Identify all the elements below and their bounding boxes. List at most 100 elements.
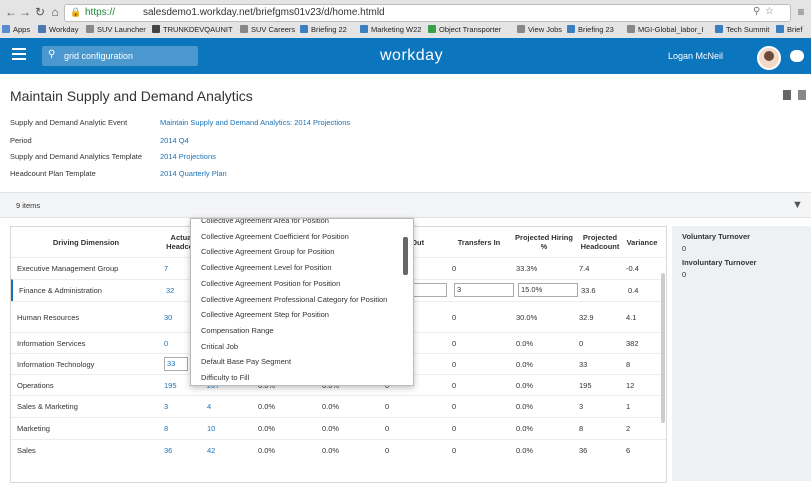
address-bar[interactable]: 🔒 https:// salesdemo1.workday.net/briefg…	[64, 4, 791, 22]
field-value-link[interactable]: 2014 Projections	[160, 152, 216, 161]
lock-icon: 🔒	[70, 7, 82, 17]
table-row[interactable]: Marketing 8 10 0.0% 0.0% 0 0 0.0% 8 2	[11, 417, 666, 440]
actual-headcount-input[interactable]: 33	[164, 357, 188, 371]
transfers-in-input[interactable]: 3	[454, 283, 514, 297]
cell-transfers-in: 0	[452, 339, 457, 348]
bookmark-apps[interactable]: Apps	[2, 24, 30, 36]
field-value-link[interactable]: Maintain Supply and Demand Analytics: 20…	[160, 118, 350, 127]
cell-actual-headcount[interactable]: 8	[164, 418, 168, 440]
bookmark-tech-summit[interactable]: Tech Summit	[715, 24, 769, 36]
cell-transfers-in: 0	[452, 446, 457, 455]
search-input[interactable]: ⚲ grid configuration	[42, 46, 198, 66]
avatar[interactable]	[757, 46, 781, 70]
play-icon	[428, 25, 436, 33]
dropdown-option[interactable]: Default Base Pay Segment	[201, 357, 291, 366]
cell-projected-hiring: 0.0%	[516, 402, 534, 411]
bookmark-icon	[240, 25, 248, 33]
bookmark-view-jobs[interactable]: View Jobs	[517, 24, 562, 36]
cell-variance: 0.4	[628, 286, 639, 295]
cell-value[interactable]: 4	[207, 396, 211, 418]
dropdown-option[interactable]: Difficulty to Fill	[201, 373, 249, 382]
dropdown-option[interactable]: Collective Agreement Area for Position	[201, 219, 329, 225]
dropdown-option[interactable]: Critical Job	[201, 342, 238, 351]
field-label: Supply and Demand Analytic Event	[10, 118, 128, 127]
field-value-link[interactable]: 2014 Quarterly Plan	[160, 169, 227, 178]
cell-driving-dimension: Sales & Marketing	[17, 402, 78, 411]
user-name[interactable]: Logan McNeil	[668, 51, 723, 61]
dropdown-option[interactable]: Compensation Range	[201, 326, 274, 335]
grid-scrollbar[interactable]	[661, 273, 665, 423]
cell-value: 0.0%	[322, 446, 340, 455]
print-icon[interactable]	[798, 90, 806, 100]
dropdown-option[interactable]: Collective Agreement Level for Position	[201, 263, 332, 272]
dropdown-option[interactable]: Collective Agreement Position for Positi…	[201, 279, 340, 288]
cell-value[interactable]: 10	[207, 418, 215, 440]
bookmark-mgi[interactable]: MGI-Global_labor_I	[627, 24, 703, 36]
dropdown-scrollbar[interactable]	[403, 237, 408, 275]
column-chooser-dropdown: Collective Agreement Area for Position Co…	[190, 218, 414, 386]
table-row[interactable]: Sales 36 42 0.0% 0.0% 0 0 0.0% 36 6	[11, 439, 666, 462]
col-header-transfers-in[interactable]: Transfers In	[447, 227, 511, 257]
cell-projected-hiring: 0.0%	[516, 339, 534, 348]
bookmark-object-transporter[interactable]: Object Transporter	[428, 24, 501, 36]
cell-projected-hiring: 0.0%	[516, 424, 534, 433]
grid-toolbar: 9 items ▼	[0, 192, 811, 218]
menu-icon[interactable]: ≡	[794, 5, 808, 19]
cell-projected-hiring: 33.3%	[516, 264, 538, 273]
cell-projected-headcount: 32.9	[579, 313, 594, 322]
reload-icon[interactable]: ↻	[33, 5, 47, 19]
cell-projected-hiring: 30.0%	[516, 313, 538, 322]
voluntary-turnover-label: Voluntary Turnover	[682, 232, 751, 241]
col-header-projected-hiring[interactable]: Projected Hiring %	[511, 227, 577, 257]
dropdown-option[interactable]: Collective Agreement Professional Catego…	[201, 295, 387, 304]
bookmark-suv-careers[interactable]: SUV Careers	[240, 24, 295, 36]
bookmark-suv-launcher[interactable]: SUV Launcher	[86, 24, 146, 36]
cell-projected-headcount: 8	[579, 424, 584, 433]
cloud-icon[interactable]	[790, 50, 804, 62]
cell-variance: -0.4	[626, 264, 639, 273]
cell-value[interactable]: 42	[207, 440, 215, 462]
bookmark-marketing[interactable]: Marketing W22	[360, 24, 421, 36]
bookmark-workday[interactable]: Workday	[38, 24, 78, 36]
cell-actual-headcount[interactable]: 0	[164, 333, 168, 354]
browser-toolbar: ← → ↻ ⌂ 🔒 https:// salesdemo1.workday.ne…	[0, 0, 811, 39]
projected-hiring-input[interactable]: 15.0%	[518, 283, 578, 297]
cell-actual-headcount[interactable]: 32	[166, 280, 174, 302]
bookmark-briefing-22[interactable]: Briefing 22	[300, 24, 347, 36]
cell-actual-headcount[interactable]: 30	[164, 302, 172, 333]
page-content: Maintain Supply and Demand Analytics Sup…	[0, 74, 811, 485]
bookmark-briefing-23[interactable]: Briefing 23	[567, 24, 614, 36]
export-excel-icon[interactable]	[783, 90, 791, 100]
field-value-link[interactable]: 2014 Q4	[160, 136, 189, 145]
col-header-driving-dimension[interactable]: Driving Dimension	[11, 227, 161, 257]
workday-logo[interactable]: workday	[380, 47, 443, 65]
field-label: Headcount Plan Template	[10, 169, 96, 178]
back-icon[interactable]: ←	[4, 5, 18, 19]
cell-actual-headcount[interactable]: 195	[164, 375, 177, 396]
dropdown-option[interactable]: Collective Agreement Group for Position	[201, 247, 334, 256]
filter-icon[interactable]: ▼	[792, 199, 803, 211]
cell-projected-hiring: 0.0%	[516, 381, 534, 390]
forward-icon[interactable]: →	[18, 5, 32, 19]
cell-driving-dimension: Executive Management Group	[17, 264, 119, 273]
col-header-variance[interactable]: Variance	[623, 227, 661, 257]
cell-actual-headcount[interactable]: 36	[164, 440, 172, 462]
table-row[interactable]: Sales & Marketing 3 4 0.0% 0.0% 0 0 0.0% 3 1	[11, 395, 666, 418]
col-header-projected-headcount[interactable]: Projected Headcount	[577, 227, 623, 257]
involuntary-turnover-label: Involuntary Turnover	[682, 258, 757, 267]
dropdown-option[interactable]: Collective Agreement Step for Position	[201, 310, 329, 319]
home-icon[interactable]: ⌂	[48, 5, 62, 19]
search-icon[interactable]: ⚲	[753, 6, 760, 17]
bookmark-trunk[interactable]: TRUNKDEVQAUNIT	[152, 24, 233, 36]
search-icon: ⚲	[48, 49, 56, 60]
involuntary-turnover-value: 0	[682, 270, 687, 279]
dropdown-option[interactable]: Collective Agreement Coefficient for Pos…	[201, 232, 349, 241]
cell-actual-headcount[interactable]: 3	[164, 396, 168, 418]
cell-value: 0.0%	[322, 402, 340, 411]
cell-transfers-out: 0	[385, 424, 390, 433]
hamburger-menu-icon[interactable]	[12, 48, 26, 62]
bookmark-brief[interactable]: Brief	[776, 24, 802, 36]
cell-actual-headcount[interactable]: 7	[164, 258, 168, 280]
star-icon[interactable]: ☆	[765, 6, 774, 17]
cell-variance: 12	[626, 381, 635, 390]
